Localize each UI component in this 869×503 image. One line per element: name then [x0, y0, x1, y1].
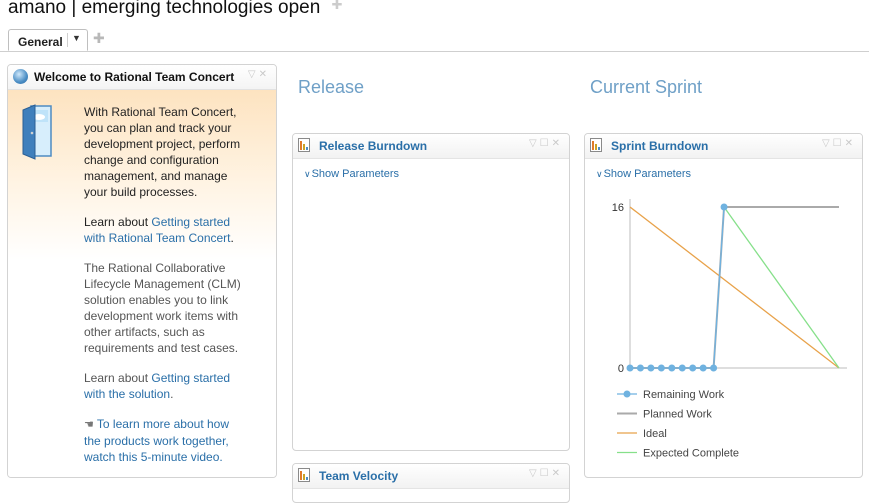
y-tick-label: 16 [612, 202, 624, 214]
period: . [230, 231, 234, 245]
widget-title: Welcome to Rational Team Concert [34, 70, 235, 84]
legend-label-remaining-work: Remaining Work [643, 389, 725, 401]
period: . [170, 387, 174, 401]
clm-line: development work items with [84, 309, 239, 323]
legend-label-planned-work: Planned Work [643, 409, 712, 421]
minimize-icon[interactable]: ▽ [822, 138, 833, 149]
intro-line: With Rational Team Concert, [84, 105, 237, 119]
legend-label-expected-complete: Expected Complete [643, 448, 739, 460]
maximize-icon[interactable]: ☐ [540, 468, 552, 479]
y-tick-label: 0 [618, 363, 624, 375]
widget-title[interactable]: Sprint Burndown [611, 139, 708, 153]
close-icon[interactable]: ✕ [259, 69, 270, 80]
remaining-work-point [657, 364, 665, 372]
remaining-work-point [678, 364, 686, 372]
video-link[interactable]: the products work together, [84, 434, 229, 448]
remaining-work-point [636, 364, 644, 372]
chevron-down-icon: ∨ [304, 169, 311, 179]
hand-pointer-icon: ☚ [84, 419, 97, 431]
welcome-widget: Welcome to Rational Team Concert ▽✕ With… [7, 64, 277, 478]
add-tab-icon[interactable]: ✚ [93, 30, 105, 47]
learn-prefix: Learn about [84, 215, 152, 229]
minimize-icon[interactable]: ▽ [248, 69, 259, 80]
clm-line: The Rational Collaborative [84, 261, 226, 275]
getting-started-solution-link[interactable]: with the solution [84, 387, 170, 401]
learn-prefix: Learn about [84, 371, 152, 385]
widget-header: Welcome to Rational Team Concert ▽✕ [8, 65, 276, 90]
clm-line: Lifecycle Management (CLM) [84, 277, 241, 291]
burndown-chart-icon [590, 138, 602, 152]
legend-marker [623, 390, 631, 398]
widget-header: Team Velocity ▽☐✕ [293, 464, 569, 489]
getting-started-solution-link[interactable]: Getting started [151, 371, 230, 385]
widget-tools[interactable]: ▽☐✕ [529, 468, 563, 479]
getting-started-rtc-link[interactable]: with Rational Team Concert [84, 231, 231, 245]
intro-line: management, and manage [84, 169, 228, 183]
video-link-block: ☚ To learn more about how the products w… [84, 416, 256, 465]
legend-label-ideal: Ideal [643, 428, 667, 440]
chevron-down-icon: ∨ [596, 169, 603, 179]
widget-tools[interactable]: ▽☐✕ [529, 138, 563, 149]
release-burndown-widget: Release Burndown ▽☐✕ ∨Show Parameters [292, 133, 570, 451]
widget-title[interactable]: Release Burndown [319, 139, 427, 153]
page-title: amano | emerging technologies open ✚ [8, 0, 343, 19]
show-parameters-label: Show Parameters [603, 168, 692, 180]
minimize-icon[interactable]: ▽ [529, 138, 540, 149]
close-icon[interactable]: ✕ [552, 138, 563, 149]
close-icon[interactable]: ✕ [552, 468, 563, 479]
chevron-down-icon[interactable]: ▼ [72, 33, 81, 43]
globe-icon [13, 69, 28, 84]
remaining-work-point [626, 364, 634, 372]
close-icon[interactable]: ✕ [845, 138, 856, 149]
intro-line: change and configuration [84, 153, 219, 167]
maximize-icon[interactable]: ☐ [833, 138, 845, 149]
learn-rtc: Learn about Getting started with Rationa… [84, 214, 256, 246]
release-heading: Release [298, 77, 365, 97]
sprint-burndown-chart: 16 0 Remaining Work Planned Work Ideal Expect… [612, 199, 847, 460]
remaining-work-line [630, 206, 725, 369]
sprint-burndown-widget: Sprint Burndown ▽☐✕ ∨Show Parameters 16 0… [584, 133, 863, 478]
getting-started-rtc-link[interactable]: Getting started [151, 215, 230, 229]
remaining-work-point [710, 364, 718, 372]
clm-line: solution enables you to link [84, 293, 229, 307]
team-velocity-widget: Team Velocity ▽☐✕ [292, 463, 570, 503]
widget-title[interactable]: Team Velocity [319, 469, 398, 483]
clm-text: The Rational Collaborative Lifecycle Man… [84, 260, 256, 356]
clm-line: requirements and test cases. [84, 341, 239, 355]
show-parameters-link[interactable]: ∨Show Parameters [596, 168, 691, 180]
minimize-icon[interactable]: ▽ [529, 468, 540, 479]
add-icon[interactable]: ✚ [332, 0, 343, 13]
widget-header: Sprint Burndown ▽☐✕ [585, 134, 862, 159]
remaining-work-point [699, 364, 707, 372]
widget-tools[interactable]: ▽☐✕ [822, 138, 856, 149]
ideal-line [629, 206, 840, 369]
burndown-chart-icon [298, 138, 310, 152]
tab-general-label: General [18, 35, 63, 49]
widget-header: Release Burndown ▽☐✕ [293, 134, 569, 159]
show-parameters-label: Show Parameters [311, 168, 400, 180]
widget-tools[interactable]: ▽✕ [248, 69, 270, 80]
current-sprint-heading: Current Sprint [590, 77, 703, 97]
page-title-text: amano | emerging technologies open [8, 0, 321, 18]
learn-solution: Learn about Getting started with the sol… [84, 370, 256, 402]
clm-line: other artifacts, such as [84, 325, 205, 339]
tab-general[interactable]: General ▼ [8, 29, 88, 51]
remaining-work-point [668, 364, 676, 372]
remaining-work-point [720, 203, 728, 211]
intro-line: your build processes. [84, 185, 198, 199]
intro-line: development project, perform [84, 137, 241, 151]
expected-complete-line [723, 206, 840, 369]
remaining-work-point [689, 364, 697, 372]
tab-bar: General ▼ ✚ [0, 27, 869, 52]
remaining-work-point [647, 364, 655, 372]
tab-divider [67, 33, 68, 47]
intro-line: you can plan and track your [84, 121, 232, 135]
welcome-intro: With Rational Team Concert, you can plan… [84, 104, 256, 200]
show-parameters-link[interactable]: ∨Show Parameters [304, 168, 399, 180]
welcome-body: With Rational Team Concert, you can plan… [8, 90, 276, 477]
maximize-icon[interactable]: ☐ [540, 138, 552, 149]
video-link[interactable]: watch this 5-minute video. [84, 450, 223, 464]
video-link[interactable]: To learn more about how [97, 417, 229, 431]
door-icon [22, 104, 52, 160]
